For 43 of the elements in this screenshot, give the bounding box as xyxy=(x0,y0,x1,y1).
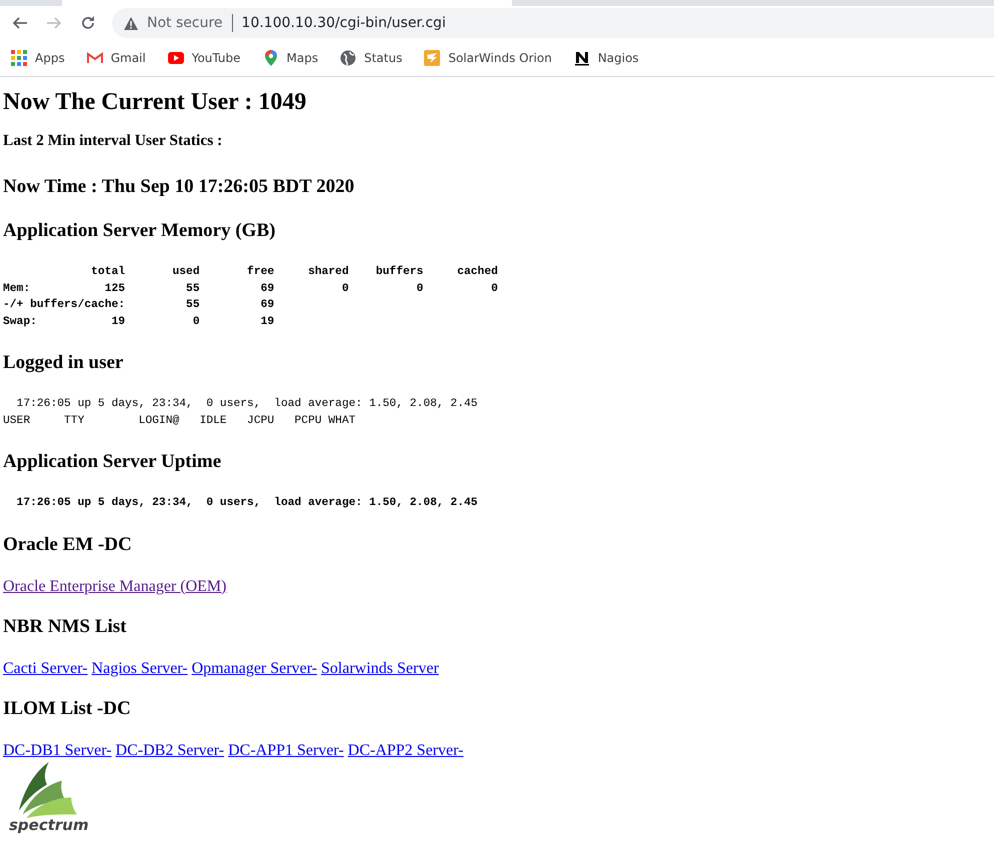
now-time-heading: Now Time : Thu Sep 10 17:26:05 BDT 2020 xyxy=(3,176,356,198)
section-heading: NBR NMS List xyxy=(3,616,128,638)
server-link[interactable]: DC-DB2 Server- xyxy=(116,742,224,760)
server-link[interactable]: Oracle Enterprise Manager (OEM) xyxy=(3,578,226,596)
section-heading: ILOM List -DC xyxy=(3,698,132,720)
bookmark-item[interactable]: Status xyxy=(340,50,402,66)
forward-arrow-icon xyxy=(46,15,62,31)
server-link[interactable]: Opmanager Server- xyxy=(192,660,318,678)
play-icon xyxy=(168,50,184,66)
command-output: total used free shared buffers cached Mem: 125 55 69 0 0 0 -/+ buffers/cache: 55 69 Swap: 19 0 19 xyxy=(3,264,499,330)
apps-grid-icon xyxy=(11,50,27,66)
security-label: Not secure xyxy=(147,15,223,31)
section-heading: Logged in user xyxy=(3,352,124,374)
back-arrow-icon xyxy=(12,15,28,31)
reload-icon xyxy=(80,15,96,31)
server-link[interactable]: Cacti Server- xyxy=(3,660,88,678)
logo-text: spectrum xyxy=(9,816,89,834)
command-output: 17:26:05 up 5 days, 23:34, 0 users, load average: 1.50, 2.08, 2.45 USER TTY LOGIN@ IDLE JCPU PCPU WHAT xyxy=(3,396,479,428)
bookmark-item[interactable]: Gmail xyxy=(86,50,146,66)
bookmark-item[interactable]: Maps xyxy=(262,50,318,66)
mail-icon xyxy=(86,50,103,66)
section-heading: Oracle EM -DC xyxy=(3,534,133,556)
server-link[interactable]: DC-APP1 Server- xyxy=(228,742,344,760)
bird-logo-icon xyxy=(424,50,440,66)
section-heading: Application Server Memory (GB) xyxy=(3,220,276,242)
bookmark-item[interactable]: YouTube xyxy=(168,50,241,66)
bookmark-item[interactable]: Nagios xyxy=(574,50,639,66)
server-link[interactable]: DC-APP2 Server- xyxy=(348,742,464,760)
globe-icon xyxy=(340,50,356,66)
server-link[interactable]: DC-DB1 Server- xyxy=(3,742,112,760)
section-heading: Application Server Uptime xyxy=(3,451,222,473)
url-text: 10.100.10.30/cgi-bin/user.cgi xyxy=(242,15,446,31)
server-link[interactable]: Nagios Server- xyxy=(92,660,188,678)
bookmark-item[interactable]: SolarWinds Orion xyxy=(424,50,552,66)
n-logo-icon xyxy=(574,50,590,66)
warning-icon xyxy=(124,16,138,30)
server-link[interactable]: Solarwinds Server xyxy=(321,660,439,678)
map-pin-icon xyxy=(262,50,279,66)
command-output: 17:26:05 up 5 days, 23:34, 0 users, load average: 1.50, 2.08, 2.45 xyxy=(16,496,479,511)
address-bar[interactable]: Not secure 10.100.10.30/cgi-bin/user.cgi xyxy=(112,8,994,38)
bookmark-item[interactable]: Apps xyxy=(11,50,65,66)
interval-label: Last 2 Min interval User Statics : xyxy=(3,132,224,150)
page-title: Now The Current User : 1049 xyxy=(3,89,308,116)
